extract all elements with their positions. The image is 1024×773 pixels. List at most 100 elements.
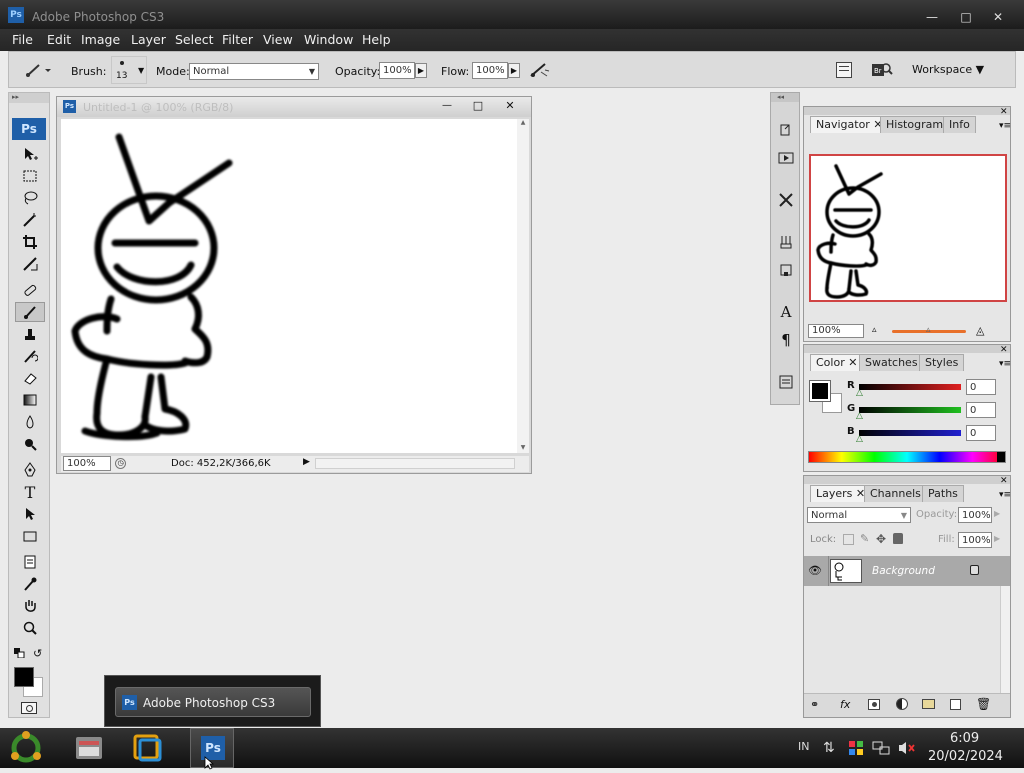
opacity-field[interactable]: 100% bbox=[379, 62, 415, 79]
airbrush-icon[interactable] bbox=[527, 60, 553, 80]
tab-navigator[interactable]: Navigator ✕ bbox=[810, 116, 889, 133]
menu-view[interactable]: View bbox=[263, 29, 293, 51]
tab-channels[interactable]: Channels bbox=[864, 485, 927, 502]
network-arrows-icon[interactable]: ⇅ bbox=[823, 740, 835, 756]
marquee-tool-icon[interactable] bbox=[15, 166, 45, 186]
menu-edit[interactable]: Edit bbox=[47, 29, 71, 51]
g-value-field[interactable]: 0 bbox=[966, 402, 996, 418]
notes-tool-icon[interactable] bbox=[15, 552, 45, 572]
tab-histogram[interactable]: Histogram bbox=[880, 116, 950, 133]
zoom-field[interactable]: 100% bbox=[63, 456, 111, 471]
b-slider[interactable] bbox=[859, 430, 961, 436]
navigator-thumbnail[interactable] bbox=[809, 154, 1007, 302]
eye-icon[interactable]: 👁 bbox=[808, 564, 822, 577]
dock-collapse-icon[interactable]: ◂◂ bbox=[771, 93, 799, 102]
layer-comps-palette-icon[interactable] bbox=[776, 373, 796, 391]
fill-arrow-icon[interactable]: ▶ bbox=[994, 534, 1000, 543]
brush-tool-icon[interactable] bbox=[15, 302, 45, 322]
status-info-icon[interactable]: ◷ bbox=[115, 458, 126, 469]
rectangle-tool-icon[interactable] bbox=[15, 526, 45, 546]
menu-help[interactable]: Help bbox=[362, 29, 391, 51]
layer-opacity-field[interactable]: 100% bbox=[958, 507, 992, 523]
network-icon[interactable] bbox=[872, 740, 890, 756]
g-slider[interactable] bbox=[859, 407, 961, 413]
palette-well-icon[interactable] bbox=[836, 62, 852, 78]
volume-muted-icon[interactable] bbox=[897, 740, 915, 756]
zoom-in-icon[interactable]: ◬ bbox=[976, 324, 984, 337]
panel-close-icon[interactable]: ✕ bbox=[1000, 345, 1008, 355]
swap-colors-icon[interactable]: ↺ bbox=[33, 647, 42, 660]
history-palette-icon[interactable] bbox=[776, 121, 796, 139]
brushes-palette-icon[interactable] bbox=[776, 233, 796, 251]
zoom-tool-icon[interactable] bbox=[15, 618, 45, 638]
language-indicator[interactable]: IN bbox=[798, 740, 809, 753]
b-value-field[interactable]: 0 bbox=[966, 425, 996, 441]
opacity-arrow-button[interactable]: ▶ bbox=[415, 63, 427, 78]
layer-row-background[interactable]: 👁 Background bbox=[804, 556, 1010, 586]
path-selection-tool-icon[interactable] bbox=[15, 504, 45, 524]
r-slider[interactable] bbox=[859, 384, 961, 390]
menu-window[interactable]: Window bbox=[304, 29, 353, 51]
workspace-button[interactable]: Workspace ▼ bbox=[912, 63, 984, 76]
maximize-button[interactable]: □ bbox=[955, 9, 977, 25]
flow-field[interactable]: 100% bbox=[472, 62, 508, 79]
menu-file[interactable]: File bbox=[12, 29, 33, 51]
flow-arrow-button[interactable]: ▶ bbox=[508, 63, 520, 78]
tool-presets-palette-icon[interactable] bbox=[776, 191, 796, 209]
lock-position-icon[interactable]: ✥ bbox=[876, 532, 886, 546]
brush-tool-preset-icon[interactable] bbox=[23, 61, 53, 79]
color-spectrum-bar[interactable] bbox=[808, 451, 1006, 463]
history-brush-tool-icon[interactable] bbox=[15, 346, 45, 366]
layer-opacity-arrow-icon[interactable]: ▶ bbox=[994, 509, 1000, 518]
link-layers-icon[interactable]: ⚭ bbox=[810, 698, 819, 711]
type-tool-icon[interactable]: T bbox=[15, 482, 45, 502]
magic-wand-tool-icon[interactable] bbox=[15, 210, 45, 230]
g-slider-thumb[interactable]: △ bbox=[856, 411, 863, 421]
tab-styles[interactable]: Styles bbox=[919, 354, 965, 371]
navigator-zoom-field[interactable]: 100% bbox=[808, 324, 864, 338]
quick-mask-icon[interactable] bbox=[21, 702, 37, 714]
bridge-icon[interactable]: Br bbox=[871, 60, 893, 80]
mode-select[interactable]: Normal ▼ bbox=[189, 63, 319, 80]
tab-color[interactable]: Color ✕ bbox=[810, 354, 864, 371]
color-foreground-swatch[interactable] bbox=[809, 380, 831, 402]
layer-name[interactable]: Background bbox=[872, 565, 935, 577]
crop-tool-icon[interactable] bbox=[15, 232, 45, 252]
tab-layers[interactable]: Layers ✕ bbox=[810, 485, 872, 502]
eyedropper-tool-icon[interactable] bbox=[15, 574, 45, 594]
trash-icon[interactable]: 🗑 bbox=[976, 697, 991, 711]
start-menu-icon[interactable] bbox=[8, 731, 44, 765]
taskbar-preview-item[interactable]: Ps Adobe Photoshop CS3 bbox=[115, 687, 311, 717]
adjustment-layer-icon[interactable] bbox=[896, 698, 908, 710]
slice-tool-icon[interactable] bbox=[15, 254, 45, 274]
layer-style-icon[interactable]: fx bbox=[840, 698, 850, 711]
document-horizontal-scrollbar[interactable] bbox=[315, 458, 515, 469]
lock-pixels-icon[interactable]: ✎ bbox=[860, 532, 869, 545]
document-close-button[interactable]: ✕ bbox=[503, 99, 517, 113]
dodge-tool-icon[interactable] bbox=[15, 434, 45, 454]
panel-close-icon[interactable]: ✕ bbox=[1000, 107, 1008, 117]
zoom-slider-thumb[interactable]: ▵ bbox=[926, 325, 931, 335]
healing-brush-tool-icon[interactable] bbox=[15, 280, 45, 300]
r-slider-thumb[interactable]: △ bbox=[856, 388, 863, 398]
paragraph-palette-icon[interactable]: ¶ bbox=[776, 331, 796, 349]
tab-paths[interactable]: Paths bbox=[922, 485, 964, 502]
fill-field[interactable]: 100% bbox=[958, 532, 992, 548]
brush-picker[interactable]: 13 ▼ bbox=[111, 56, 147, 84]
foreground-color-swatch[interactable] bbox=[14, 667, 34, 687]
close-button[interactable]: ✕ bbox=[987, 9, 1009, 25]
clone-stamp-tool-icon[interactable] bbox=[15, 324, 45, 344]
clone-source-palette-icon[interactable] bbox=[776, 261, 796, 279]
pen-tool-icon[interactable] bbox=[15, 460, 45, 480]
panel-close-icon[interactable]: ✕ bbox=[1000, 476, 1008, 486]
toolbox-collapse-icon[interactable]: ▸▸ bbox=[9, 93, 49, 103]
document-vertical-scrollbar[interactable]: ▲ ▼ bbox=[517, 119, 529, 453]
new-layer-icon[interactable] bbox=[950, 699, 961, 710]
panel-menu-icon[interactable]: ▾≡ bbox=[999, 121, 1011, 131]
tab-swatches[interactable]: Swatches bbox=[859, 354, 924, 371]
b-slider-thumb[interactable]: △ bbox=[856, 434, 863, 444]
hand-tool-icon[interactable] bbox=[15, 596, 45, 616]
menu-filter[interactable]: Filter bbox=[222, 29, 253, 51]
menu-select[interactable]: Select bbox=[175, 29, 214, 51]
menu-image[interactable]: Image bbox=[81, 29, 120, 51]
